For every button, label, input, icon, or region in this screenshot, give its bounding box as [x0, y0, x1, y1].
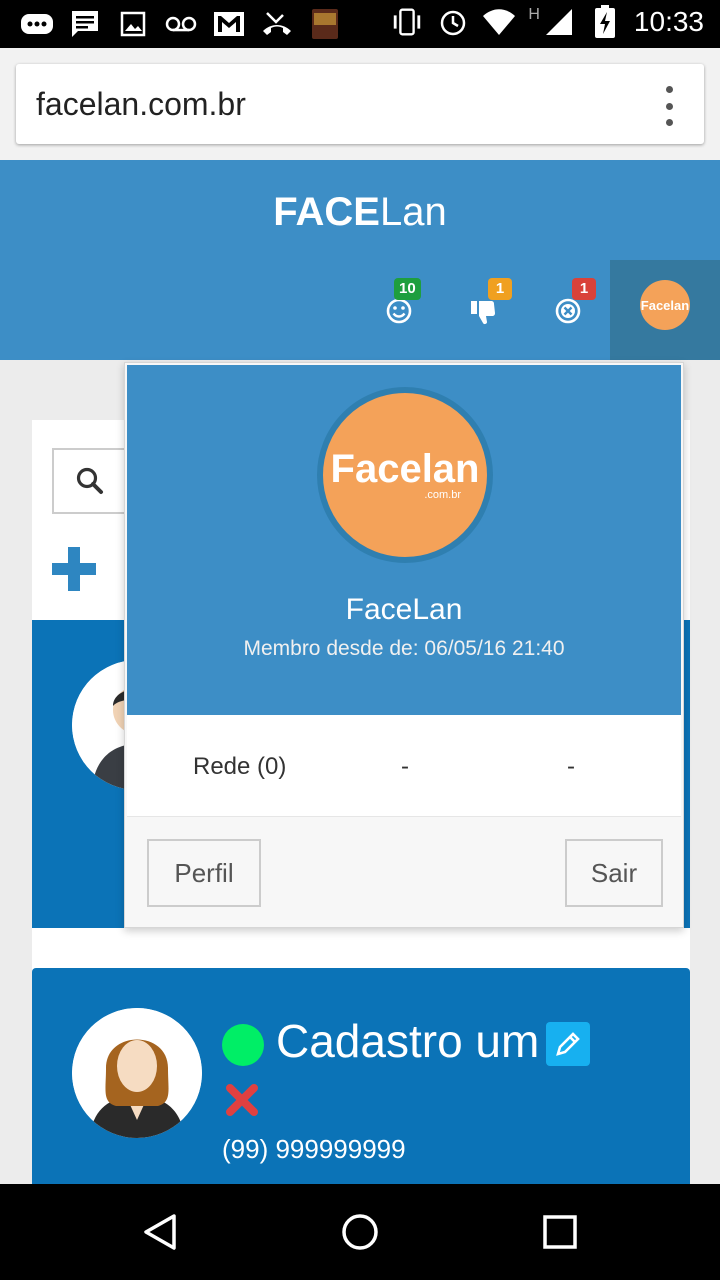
rejections-button[interactable]: 1 — [552, 278, 596, 330]
user-menu-button[interactable]: Facelan — [610, 260, 720, 360]
brand-light-text: Lan — [379, 190, 447, 234]
delete-contact-button[interactable] — [222, 1080, 262, 1120]
logout-button[interactable]: Sair — [565, 839, 663, 907]
pencil-icon — [556, 1032, 580, 1056]
avatar-logo-text: Facelan — [330, 447, 480, 491]
brand-logo[interactable]: FACELan — [0, 190, 720, 235]
voicemail-icon — [164, 8, 198, 40]
search-button[interactable] — [52, 448, 128, 514]
system-navigation-bar — [0, 1184, 720, 1280]
profile-header: Facelan .com.br FaceLan Membro desde de:… — [127, 365, 681, 715]
edit-contact-button[interactable] — [546, 1022, 590, 1066]
online-status-indicator — [222, 1024, 264, 1066]
dislike-count-badge: 1 — [488, 278, 512, 300]
brand-bold-text: FACE — [273, 190, 380, 234]
browser-toolbar: facelan.com.br — [0, 48, 720, 160]
status-bar: H 10:33 — [0, 0, 720, 48]
delete-x-icon — [226, 1084, 258, 1116]
stat-placeholder: - — [567, 753, 575, 780]
book-app-icon — [308, 8, 342, 40]
network-count-link[interactable]: Rede (0) — [193, 753, 286, 781]
stat-placeholder: - — [401, 753, 409, 780]
member-since: Membro desde de: 06/05/16 21:40 — [243, 637, 565, 660]
profile-name: FaceLan — [345, 593, 463, 626]
image-icon — [116, 8, 150, 40]
home-icon[interactable] — [340, 1212, 380, 1252]
add-contact-button[interactable] — [50, 545, 98, 593]
vibrate-icon — [390, 6, 424, 38]
missed-call-icon — [260, 8, 294, 40]
dislikes-button[interactable]: 1 — [466, 278, 512, 330]
browser-menu-icon[interactable] — [664, 86, 674, 126]
profile-button[interactable]: Perfil — [147, 839, 261, 907]
notifications-smile-button[interactable]: 10 — [380, 278, 421, 330]
contact-phone: (99) 999999999 — [222, 1134, 406, 1164]
profile-dropdown: Facelan .com.br FaceLan Membro desde de:… — [124, 362, 684, 928]
notification-icons — [20, 8, 342, 40]
contact-name: Cadastro um — [276, 1015, 540, 1067]
alarm-icon — [436, 6, 470, 38]
signal-icon — [542, 6, 576, 38]
chat-icon — [20, 8, 54, 40]
female-avatar — [72, 1008, 202, 1138]
search-icon — [76, 467, 103, 494]
clock: 10:33 — [633, 6, 704, 37]
battery-charging-icon — [588, 5, 622, 38]
gmail-icon — [212, 8, 246, 40]
wifi-icon — [482, 6, 516, 38]
avatar-logo-subtext: .com.br — [424, 489, 461, 501]
system-icons: H 10:33 — [390, 5, 704, 38]
profile-avatar: Facelan .com.br — [317, 387, 493, 563]
back-icon[interactable] — [140, 1212, 180, 1252]
app-header: FACELan 10 1 1 Facelan — [0, 160, 720, 360]
smile-count-badge: 10 — [394, 278, 421, 300]
address-bar[interactable]: facelan.com.br — [16, 64, 704, 144]
network-type-label: H — [528, 6, 540, 23]
profile-stats: Rede (0) - - — [127, 715, 681, 817]
user-avatar: Facelan — [640, 280, 690, 330]
rejection-count-badge: 1 — [572, 278, 596, 300]
message-icon — [68, 8, 102, 40]
url-text[interactable]: facelan.com.br — [36, 86, 246, 123]
plus-icon — [52, 547, 96, 591]
recent-apps-icon[interactable] — [540, 1212, 580, 1252]
